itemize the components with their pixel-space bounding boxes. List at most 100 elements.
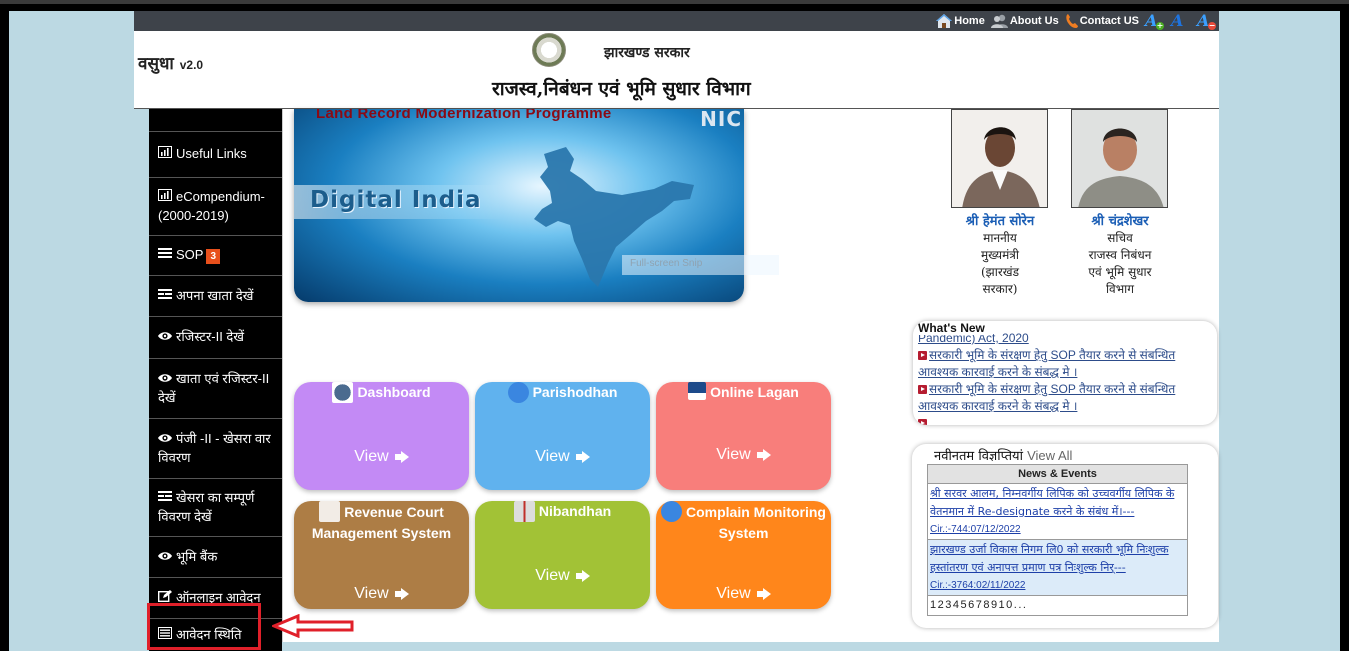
sidebar-item-label: Useful Links xyxy=(176,146,247,161)
about-link[interactable]: About Us xyxy=(990,13,1059,29)
home-icon xyxy=(935,13,953,29)
tile-revenue-court[interactable]: Revenue Court Management System View xyxy=(294,501,469,609)
notices-heading: नवीनतम विज्ञप्तियां View All xyxy=(934,446,1072,464)
arrow-right-icon xyxy=(756,588,771,600)
sidebar-item-ecompendium[interactable]: eCompendium-(2000-2019) xyxy=(149,177,282,235)
whats-new-item[interactable] xyxy=(918,415,1208,425)
notice-link[interactable]: झारखण्ड उर्जा विकास निगम लि0 को सरकारी भ… xyxy=(930,543,1169,574)
view-label: View xyxy=(535,448,570,465)
designation-line: एवं भूमि सुधार xyxy=(1088,265,1152,279)
sidebar-item-label: ऑनलाइन आवेदन xyxy=(176,589,261,605)
banner-caption: Digital India xyxy=(310,187,482,213)
designation-line: मुख्यमंत्री xyxy=(980,248,1020,262)
sop-count-badge: 3 xyxy=(206,249,221,264)
sidebar-item-khata-register[interactable]: खाता एवं रजिस्टर-II देखें xyxy=(149,358,282,418)
designation-line: राजस्व निबंधन xyxy=(1088,248,1152,262)
tile-nibandhan[interactable]: Nibandhan View xyxy=(475,501,650,609)
sidebar-item-apna-khata[interactable]: अपना खाता देखें xyxy=(149,275,282,316)
home-link[interactable]: Home xyxy=(935,13,985,29)
nic-logo: NIC xyxy=(700,109,742,131)
sidebar-item-partial[interactable] xyxy=(149,109,282,131)
arrow-right-icon xyxy=(756,449,771,461)
pagination-row: 12345678910... xyxy=(927,595,1188,616)
view-link[interactable]: View xyxy=(294,448,469,466)
arrow-right-icon xyxy=(394,588,409,600)
table-header: News & Events xyxy=(927,464,1188,484)
tile-dashboard[interactable]: Dashboard View xyxy=(294,382,469,490)
sidebar-item-label: खाता एवं रजिस्टर-II देखें xyxy=(158,371,270,405)
list-alt-icon xyxy=(158,490,174,508)
tile-online-lagan[interactable]: Online Lagan View xyxy=(656,382,831,490)
notices-title: नवीनतम विज्ञप्तियां xyxy=(934,449,1023,464)
whats-new-panel: What's New Pandemic) Act, 2020 सरकारी भू… xyxy=(913,321,1217,425)
view-link[interactable]: View xyxy=(656,585,831,603)
whats-new-title: What's New xyxy=(918,321,989,335)
official-designation: माननीय मुख्यमंत्री (झारखंड सरकार) xyxy=(940,230,1060,298)
sidebar-item-label: eCompendium-(2000-2019) xyxy=(158,189,265,223)
sidebar-item-khesra-details[interactable]: खेसरा का सम्पूर्ण विवरण देखें xyxy=(149,478,282,536)
designation-line: सरकार) xyxy=(982,282,1018,296)
whats-new-item[interactable]: सरकारी भूमि के संरक्षण हेतु SOP तैयार कर… xyxy=(918,381,1208,415)
sidebar-item-land-bank[interactable]: भूमि बैंक xyxy=(149,536,282,577)
arrow-right-icon xyxy=(575,570,590,582)
plus-icon: + xyxy=(1156,21,1164,30)
sidebar-item-online-application[interactable]: ऑनलाइन आवेदन xyxy=(149,577,282,618)
gavel-icon xyxy=(319,501,341,522)
tile-complain-monitoring[interactable]: Complain Monitoring System View xyxy=(656,501,831,609)
font-decrease-button[interactable]: A − xyxy=(1197,12,1217,30)
edit-icon xyxy=(157,589,174,608)
official-name: श्री हेमंत सोरेन xyxy=(965,214,1035,229)
tile-title: Nibandhan xyxy=(538,503,612,519)
sidebar-item-sop[interactable]: SOP 3 xyxy=(149,235,282,275)
view-label: View xyxy=(535,567,570,584)
eye-icon xyxy=(158,371,174,389)
annotation-arrow-icon xyxy=(272,614,354,638)
contact-label: Contact US xyxy=(1079,15,1139,27)
page: Home About Us Contact US A + A A − वसुधा… xyxy=(9,11,1340,651)
tile-parishodhan[interactable]: Parishodhan View xyxy=(475,382,650,490)
view-link[interactable]: View xyxy=(475,448,650,466)
secretary-photo xyxy=(1071,109,1168,208)
view-link[interactable]: View xyxy=(294,585,469,603)
list-icon xyxy=(158,247,174,265)
top-nav: Home About Us Contact US A + A A − xyxy=(935,11,1217,31)
circular-number[interactable]: Cir.:-3764:02/11/2022 xyxy=(930,577,1185,594)
circular-number[interactable]: Cir.:-744:07/12/2022 xyxy=(930,521,1185,538)
about-label: About Us xyxy=(1009,15,1059,27)
home-label: Home xyxy=(954,15,985,27)
government-name: झारखण्ड सरकार xyxy=(604,45,690,61)
sidebar-item-panji-khesra[interactable]: पंजी -II - खेसरा वार विवरण xyxy=(149,418,282,478)
banner-title: Land Record Modernization Programme xyxy=(316,109,612,122)
sidebar-item-useful-links[interactable]: Useful Links xyxy=(149,131,282,177)
bullet-icon xyxy=(918,385,927,394)
list-icon xyxy=(158,626,174,645)
news-events-table: News & Events श्री सरवर आलम, निम्नवर्गीय… xyxy=(927,464,1188,616)
font-normal-button[interactable]: A xyxy=(1171,12,1191,30)
main-content: Land Record Modernization Programme NIC … xyxy=(282,109,1219,642)
sidebar-item-label: भूमि बैंक xyxy=(176,548,218,564)
whats-new-list[interactable]: Pandemic) Act, 2020 सरकारी भूमि के संरक्… xyxy=(918,330,1208,425)
view-link[interactable]: View xyxy=(656,446,831,464)
notice-link[interactable]: श्री सरवर आलम, निम्नवर्गीय लिपिक को उच्च… xyxy=(930,487,1174,518)
font-increase-button[interactable]: A + xyxy=(1145,12,1165,30)
brand-logo[interactable]: वसुधा v2.0 xyxy=(138,51,203,74)
contact-link[interactable]: Contact US xyxy=(1065,13,1139,29)
chief-minister-photo xyxy=(951,109,1048,208)
bullet-icon xyxy=(918,351,927,360)
view-label: View xyxy=(354,448,389,465)
sidebar-item-register-2[interactable]: रजिस्टर-II देखें xyxy=(149,316,282,358)
site-header: वसुधा v2.0 झारखण्ड सरकार राजस्व,निबंधन ए… xyxy=(134,31,1219,109)
tile-title-wrap: Complain Monitoring System xyxy=(658,501,829,544)
whats-new-item[interactable]: सरकारी भूमि के संरक्षण हेतु SOP तैयार कर… xyxy=(918,347,1208,381)
pagination[interactable]: 12345678910... xyxy=(927,595,1188,616)
view-all-link[interactable]: View All xyxy=(1027,448,1072,463)
table-row: झारखण्ड उर्जा विकास निगम लि0 को सरकारी भ… xyxy=(927,539,1188,596)
table-row: श्री सरवर आलम, निम्नवर्गीय लिपिक को उच्च… xyxy=(927,483,1188,540)
view-link[interactable]: View xyxy=(475,567,650,585)
view-label: View xyxy=(716,446,751,463)
sidebar-item-application-status[interactable]: आवेदन स्थिति xyxy=(149,618,282,651)
designation-line: (झारखंड xyxy=(980,265,1019,279)
view-label: View xyxy=(716,585,751,602)
arrow-right-icon xyxy=(394,451,409,463)
users-icon xyxy=(990,13,1009,29)
